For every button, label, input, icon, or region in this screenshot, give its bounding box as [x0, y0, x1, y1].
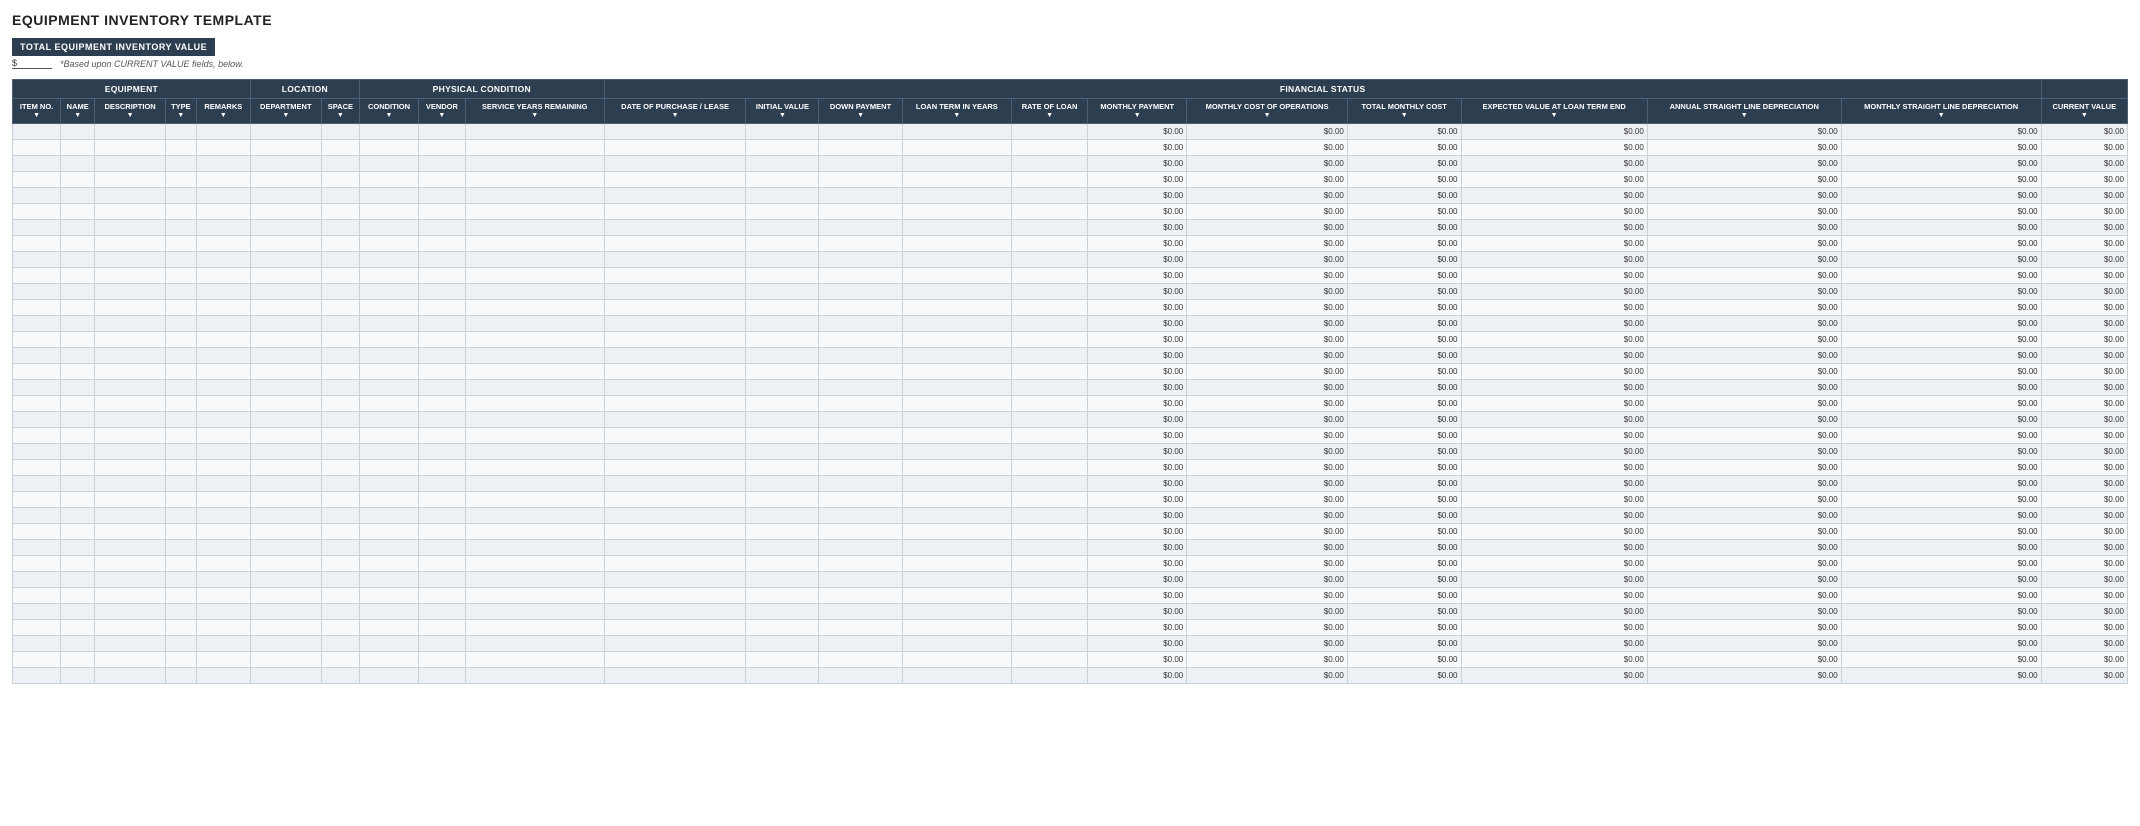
- table-row[interactable]: $0.00$0.00$0.00$0.00$0.00$0.00$0.00: [13, 364, 2128, 380]
- col-expected-value[interactable]: EXPECTED VALUE AT LOAN TERM END▼: [1461, 99, 1647, 124]
- table-row[interactable]: $0.00$0.00$0.00$0.00$0.00$0.00$0.00: [13, 428, 2128, 444]
- table-row[interactable]: $0.00$0.00$0.00$0.00$0.00$0.00$0.00: [13, 156, 2128, 172]
- group-equipment: EQUIPMENT: [13, 80, 251, 99]
- table-row[interactable]: $0.00$0.00$0.00$0.00$0.00$0.00$0.00: [13, 652, 2128, 668]
- inventory-table-wrapper: EQUIPMENT LOCATION PHYSICAL CONDITION FI…: [12, 79, 2128, 684]
- col-remarks[interactable]: REMARKS▼: [196, 99, 250, 124]
- table-row[interactable]: $0.00$0.00$0.00$0.00$0.00$0.00$0.00: [13, 572, 2128, 588]
- table-row[interactable]: $0.00$0.00$0.00$0.00$0.00$0.00$0.00: [13, 172, 2128, 188]
- col-item-no[interactable]: ITEM NO.▼: [13, 99, 61, 124]
- summary-value: $: [12, 58, 52, 69]
- table-row[interactable]: $0.00$0.00$0.00$0.00$0.00$0.00$0.00: [13, 380, 2128, 396]
- group-physical-condition: PHYSICAL CONDITION: [359, 80, 604, 99]
- table-row[interactable]: $0.00$0.00$0.00$0.00$0.00$0.00$0.00: [13, 140, 2128, 156]
- table-row[interactable]: $0.00$0.00$0.00$0.00$0.00$0.00$0.00: [13, 332, 2128, 348]
- table-row[interactable]: $0.00$0.00$0.00$0.00$0.00$0.00$0.00: [13, 476, 2128, 492]
- col-annual-depreciation[interactable]: ANNUAL STRAIGHT LINE DEPRECIATION▼: [1647, 99, 1841, 124]
- col-loan-term[interactable]: LOAN TERM IN YEARS▼: [902, 99, 1011, 124]
- table-row[interactable]: $0.00$0.00$0.00$0.00$0.00$0.00$0.00: [13, 604, 2128, 620]
- table-row[interactable]: $0.00$0.00$0.00$0.00$0.00$0.00$0.00: [13, 220, 2128, 236]
- col-down-payment[interactable]: DOWN PAYMENT▼: [819, 99, 902, 124]
- group-financial-status: FINANCIAL STATUS: [604, 80, 2041, 99]
- table-row[interactable]: $0.00$0.00$0.00$0.00$0.00$0.00$0.00: [13, 188, 2128, 204]
- table-row[interactable]: $0.00$0.00$0.00$0.00$0.00$0.00$0.00: [13, 620, 2128, 636]
- table-row[interactable]: $0.00$0.00$0.00$0.00$0.00$0.00$0.00: [13, 668, 2128, 684]
- col-monthly-cost-ops[interactable]: MONTHLY COST OF OPERATIONS▼: [1187, 99, 1348, 124]
- table-row[interactable]: $0.00$0.00$0.00$0.00$0.00$0.00$0.00: [13, 588, 2128, 604]
- col-space[interactable]: SPACE▼: [321, 99, 359, 124]
- table-row[interactable]: $0.00$0.00$0.00$0.00$0.00$0.00$0.00: [13, 460, 2128, 476]
- table-row[interactable]: $0.00$0.00$0.00$0.00$0.00$0.00$0.00: [13, 412, 2128, 428]
- table-row[interactable]: $0.00$0.00$0.00$0.00$0.00$0.00$0.00: [13, 268, 2128, 284]
- table-row[interactable]: $0.00$0.00$0.00$0.00$0.00$0.00$0.00: [13, 284, 2128, 300]
- table-row[interactable]: $0.00$0.00$0.00$0.00$0.00$0.00$0.00: [13, 492, 2128, 508]
- table-row[interactable]: $0.00$0.00$0.00$0.00$0.00$0.00$0.00: [13, 556, 2128, 572]
- group-location: LOCATION: [250, 80, 359, 99]
- table-row[interactable]: $0.00$0.00$0.00$0.00$0.00$0.00$0.00: [13, 348, 2128, 364]
- group-current-value: [2041, 80, 2127, 99]
- col-type[interactable]: TYPE▼: [165, 99, 196, 124]
- page-title: EQUIPMENT INVENTORY TEMPLATE: [12, 12, 2128, 28]
- col-rate-of-loan[interactable]: RATE OF LOAN▼: [1011, 99, 1087, 124]
- col-description[interactable]: DESCRIPTION▼: [95, 99, 166, 124]
- summary-label: TOTAL EQUIPMENT INVENTORY VALUE: [12, 38, 215, 56]
- table-row[interactable]: $0.00$0.00$0.00$0.00$0.00$0.00$0.00: [13, 236, 2128, 252]
- col-service-years[interactable]: SERVICE YEARS REMAINING▼: [465, 99, 604, 124]
- table-row[interactable]: $0.00$0.00$0.00$0.00$0.00$0.00$0.00: [13, 204, 2128, 220]
- col-header-row: ITEM NO.▼ NAME▼ DESCRIPTION▼ TYPE▼ REMAR…: [13, 99, 2128, 124]
- table-row[interactable]: $0.00$0.00$0.00$0.00$0.00$0.00$0.00: [13, 524, 2128, 540]
- col-name[interactable]: NAME▼: [61, 99, 95, 124]
- summary-note: *Based upon CURRENT VALUE fields, below.: [60, 59, 244, 69]
- table-row[interactable]: $0.00$0.00$0.00$0.00$0.00$0.00$0.00: [13, 300, 2128, 316]
- col-current-value[interactable]: CURRENT VALUE▼: [2041, 99, 2127, 124]
- table-row[interactable]: $0.00$0.00$0.00$0.00$0.00$0.00$0.00: [13, 508, 2128, 524]
- group-header-row: EQUIPMENT LOCATION PHYSICAL CONDITION FI…: [13, 80, 2128, 99]
- table-row[interactable]: $0.00$0.00$0.00$0.00$0.00$0.00$0.00: [13, 396, 2128, 412]
- col-total-monthly-cost[interactable]: TOTAL MONTHLY COST▼: [1347, 99, 1461, 124]
- inventory-table: EQUIPMENT LOCATION PHYSICAL CONDITION FI…: [12, 79, 2128, 684]
- table-row[interactable]: $0.00$0.00$0.00$0.00$0.00$0.00$0.00: [13, 444, 2128, 460]
- col-vendor[interactable]: VENDOR▼: [419, 99, 466, 124]
- table-row[interactable]: $0.00$0.00$0.00$0.00$0.00$0.00$0.00: [13, 316, 2128, 332]
- table-row[interactable]: $0.00$0.00$0.00$0.00$0.00$0.00$0.00: [13, 252, 2128, 268]
- summary-section: TOTAL EQUIPMENT INVENTORY VALUE $ *Based…: [12, 38, 2128, 69]
- col-monthly-depreciation[interactable]: MONTHLY STRAIGHT LINE DEPRECIATION▼: [1841, 99, 2041, 124]
- table-row[interactable]: $0.00$0.00$0.00$0.00$0.00$0.00$0.00: [13, 124, 2128, 140]
- col-purchase-date[interactable]: DATE OF PURCHASE / LEASE▼: [604, 99, 746, 124]
- table-row[interactable]: $0.00$0.00$0.00$0.00$0.00$0.00$0.00: [13, 540, 2128, 556]
- col-monthly-payment[interactable]: MONTHLY PAYMENT▼: [1088, 99, 1187, 124]
- col-condition[interactable]: CONDITION▼: [359, 99, 418, 124]
- col-department[interactable]: DEPARTMENT▼: [250, 99, 321, 124]
- col-initial-value[interactable]: INITIAL VALUE▼: [746, 99, 819, 124]
- table-row[interactable]: $0.00$0.00$0.00$0.00$0.00$0.00$0.00: [13, 636, 2128, 652]
